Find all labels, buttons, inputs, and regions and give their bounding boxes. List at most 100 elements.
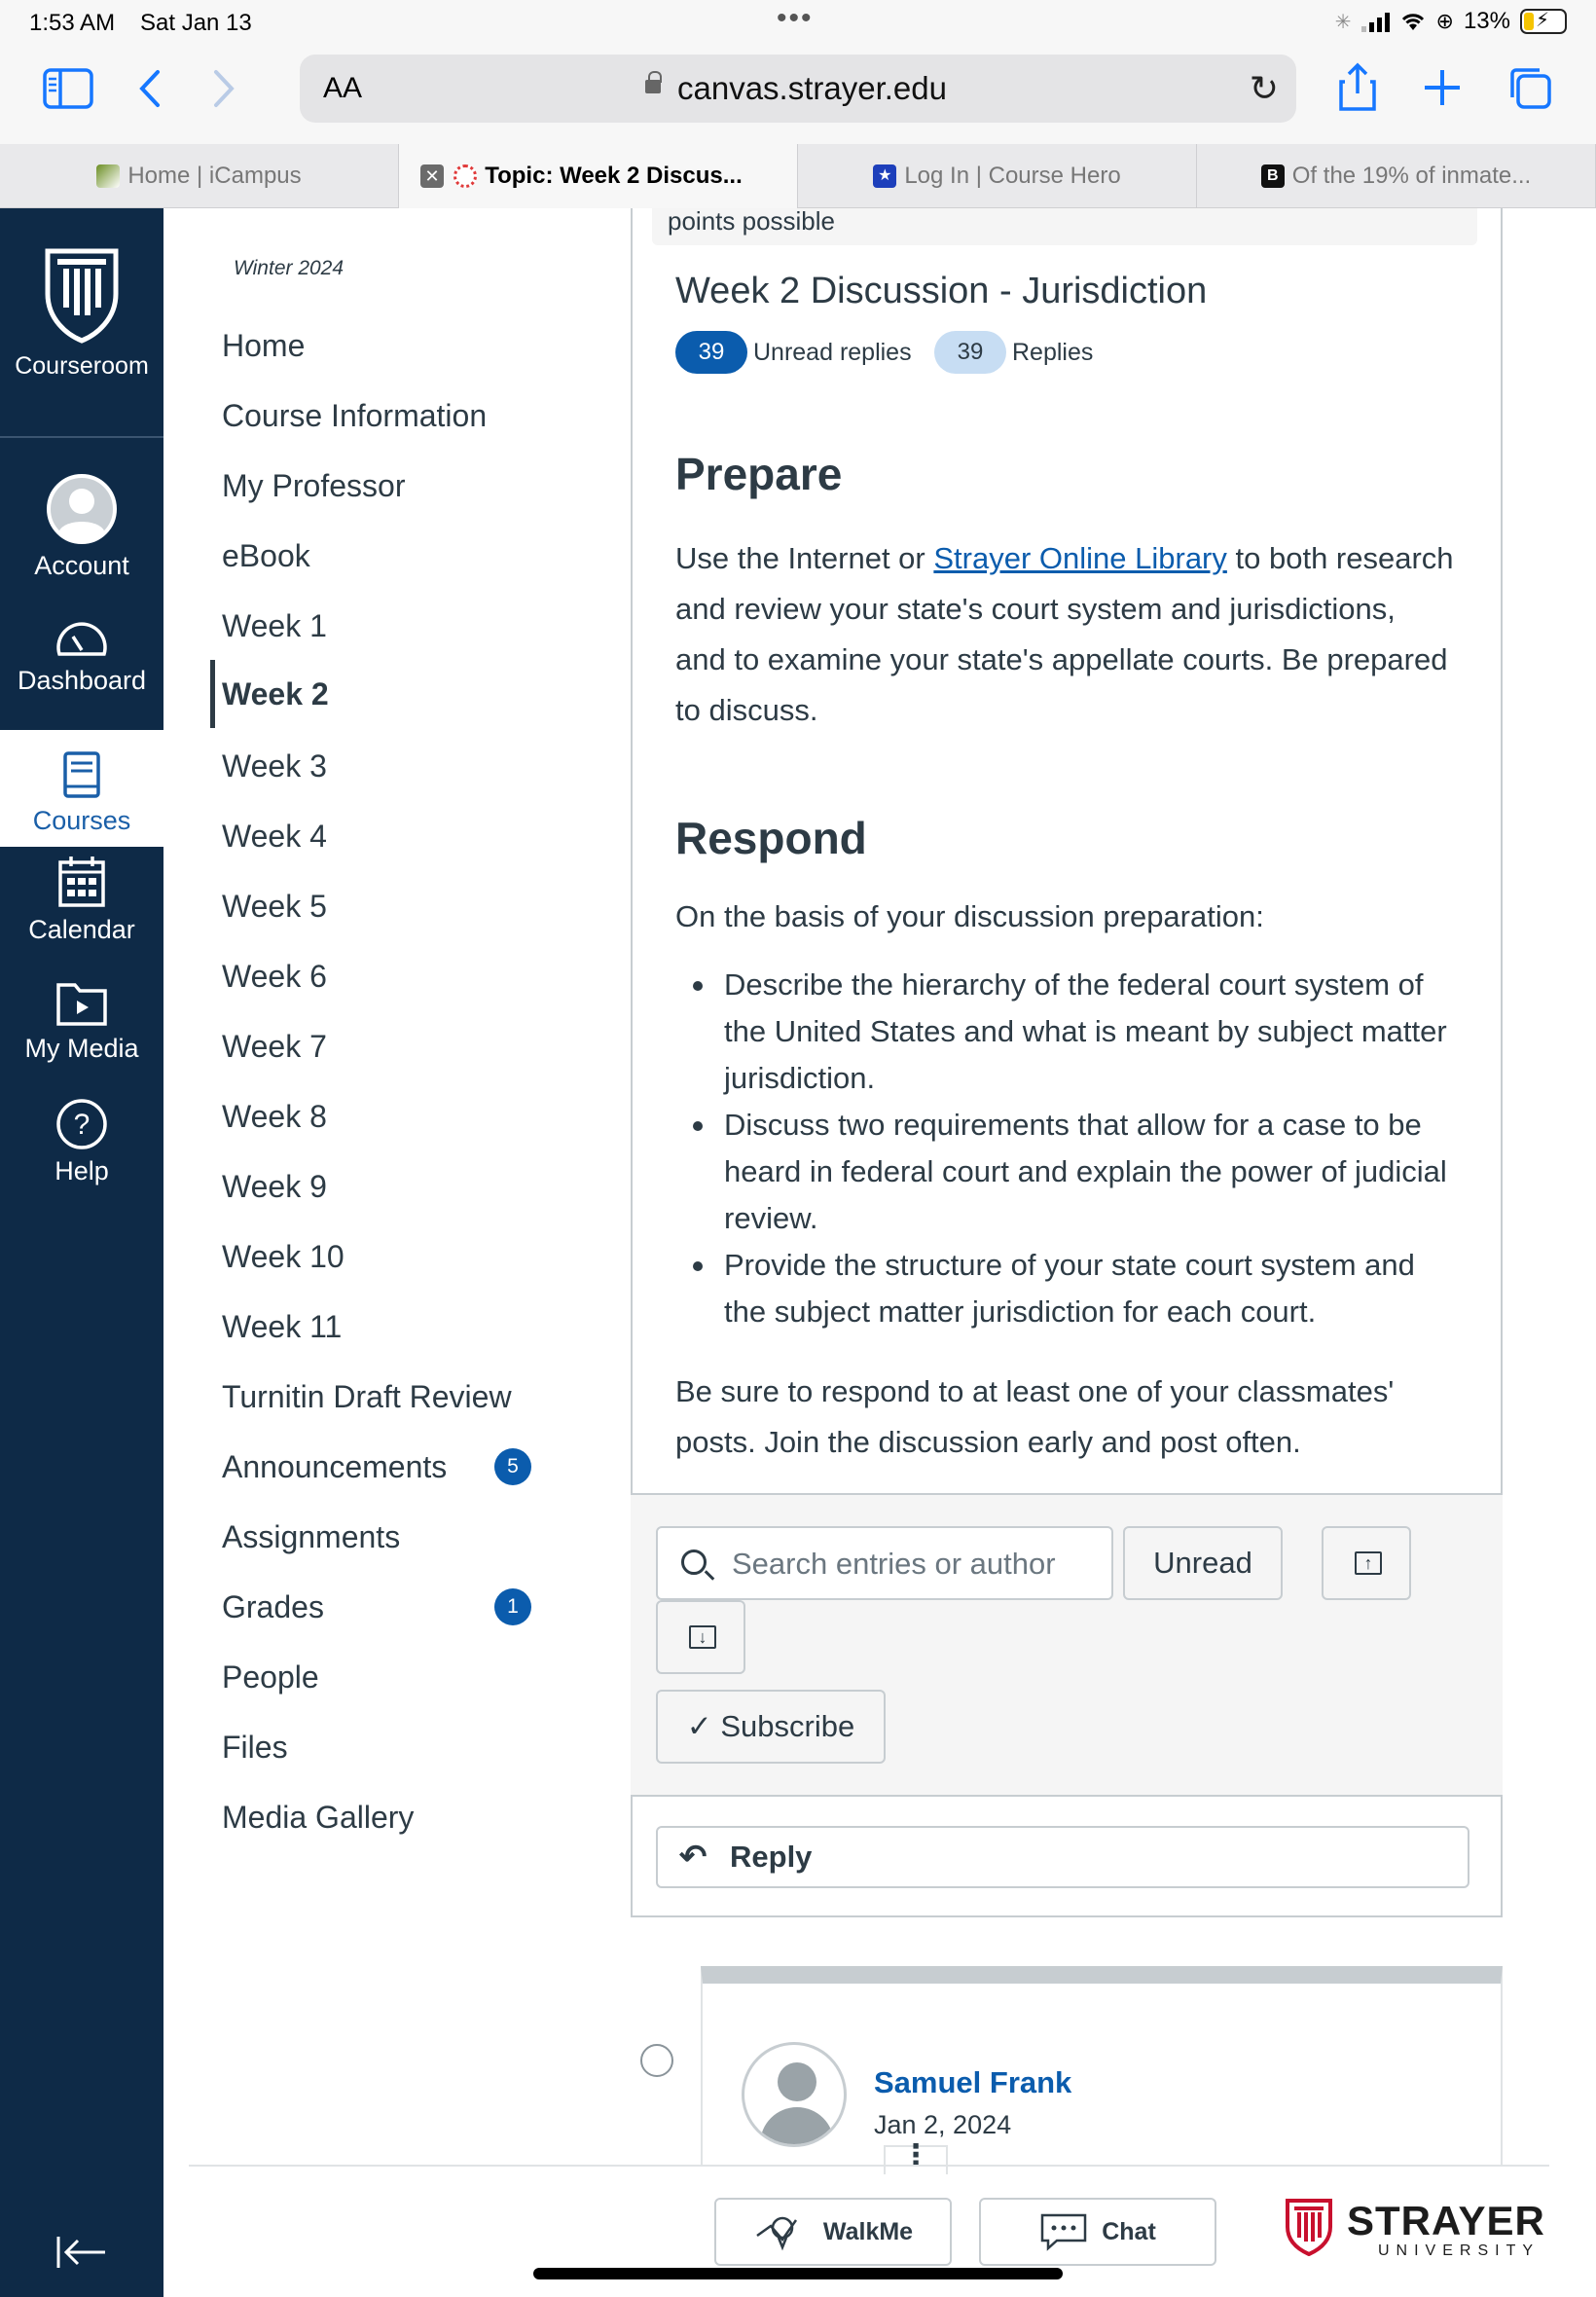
share-icon[interactable] xyxy=(1337,62,1378,113)
chat-button[interactable]: Chat xyxy=(979,2198,1216,2266)
global-nav-account[interactable]: Account xyxy=(0,473,163,581)
battery-charging-icon xyxy=(1520,8,1567,34)
home-indicator[interactable] xyxy=(533,2268,1063,2279)
new-tab-plus-icon[interactable] xyxy=(1423,68,1462,107)
course-nav-week-4[interactable]: Week 4 xyxy=(222,812,327,860)
prepare-text-start: Use the Internet or xyxy=(675,541,934,575)
lock-icon xyxy=(645,71,662,93)
global-nav-calendar[interactable]: Calendar xyxy=(0,855,163,945)
global-nav-dashboard[interactable]: Dashboard xyxy=(0,615,163,696)
cellular-signal-icon xyxy=(1360,11,1390,32)
expand-all-button[interactable]: ↑ xyxy=(1322,1526,1411,1600)
text-size-button[interactable]: AA xyxy=(323,72,362,105)
global-navigation: Courseroom Account Dashboard Courses Cal… xyxy=(0,208,163,2297)
sort-order-button[interactable]: ↓ xyxy=(656,1600,745,1674)
discussion-entry: Samuel Frank Jan 2, 2024 ⋮ xyxy=(701,1966,1503,2174)
subscribe-button[interactable]: ✓ Subscribe xyxy=(656,1690,886,1764)
courseroom-home-link[interactable]: Courseroom xyxy=(0,245,163,381)
search-input[interactable] xyxy=(732,1542,1102,1586)
courseroom-label: Courseroom xyxy=(15,352,149,380)
post-options-kebab-icon[interactable]: ⋮ xyxy=(884,2141,948,2174)
course-nav-turnitin-draft-review[interactable]: Turnitin Draft Review xyxy=(222,1372,512,1421)
course-nav-course-information[interactable]: Course Information xyxy=(222,391,487,440)
course-nav-week-11[interactable]: Week 11 xyxy=(222,1302,342,1351)
course-nav-people[interactable]: People xyxy=(222,1653,319,1701)
walkme-button[interactable]: WalkMe xyxy=(714,2198,952,2266)
sort-arrow-down-icon: ↓ xyxy=(689,1625,716,1649)
forward-chevron-icon[interactable] xyxy=(212,68,236,109)
footer-divider xyxy=(189,2165,1549,2167)
mark-read-radio[interactable] xyxy=(640,2044,673,2077)
course-nav-my-professor[interactable]: My Professor xyxy=(222,461,405,510)
post-date: Jan 2, 2024 xyxy=(874,2110,1012,2139)
closing-instructions: Be sure to respond to at least one of yo… xyxy=(675,1374,1395,1459)
close-tab-icon[interactable]: ✕ xyxy=(420,164,444,188)
course-nav-week-1[interactable]: Week 1 xyxy=(222,602,327,650)
course-navigation: Winter 2024 Home Course Information My P… xyxy=(163,208,631,2165)
wifi-icon xyxy=(1401,14,1424,30)
course-nav-home[interactable]: Home xyxy=(222,321,305,370)
course-nav-assignments[interactable]: Assignments xyxy=(222,1513,400,1561)
course-nav-week-6[interactable]: Week 6 xyxy=(222,952,327,1001)
search-field[interactable] xyxy=(656,1526,1113,1600)
course-nav-week-8[interactable]: Week 8 xyxy=(222,1092,327,1141)
checkmark-icon: ✓ xyxy=(686,1709,712,1743)
course-nav-week-5[interactable]: Week 5 xyxy=(222,882,327,930)
dashboard-gauge-icon xyxy=(56,622,107,656)
course-nav-week-3[interactable]: Week 3 xyxy=(222,742,327,790)
tab-course-hero[interactable]: ★ Log In | Course Hero xyxy=(798,144,1197,208)
activity-spinner-icon: ✳ xyxy=(1334,11,1352,33)
tab-label: Of the 19% of inmate... xyxy=(1291,163,1532,189)
course-nav-week-2[interactable]: Week 2 xyxy=(210,660,329,728)
search-icon xyxy=(681,1550,707,1575)
points-possible: points possible xyxy=(652,208,1477,245)
course-nav-week-7[interactable]: Week 7 xyxy=(222,1022,327,1071)
course-nav-week-10[interactable]: Week 10 xyxy=(222,1232,345,1281)
logo-wordmark: STRAYER xyxy=(1347,2198,1545,2243)
course-nav-grades[interactable]: Grades xyxy=(222,1583,324,1631)
course-nav-week-9[interactable]: Week 9 xyxy=(222,1162,327,1211)
announcements-count-badge: 5 xyxy=(494,1448,531,1485)
back-chevron-icon[interactable] xyxy=(138,68,162,109)
collapse-arrow-icon[interactable] xyxy=(54,2235,109,2270)
avatar-body-icon xyxy=(760,2107,834,2144)
canvas-favicon xyxy=(453,164,478,188)
status-time: 1:53 AM xyxy=(29,10,116,36)
tab-week2-discussion[interactable]: ✕ Topic: Week 2 Discus... xyxy=(399,144,798,208)
multitasking-dots-icon[interactable]: ••• xyxy=(777,2,814,35)
grades-count-badge: 1 xyxy=(494,1588,531,1625)
reply-button[interactable]: ↶ Reply xyxy=(656,1826,1469,1888)
course-nav-ebook[interactable]: eBook xyxy=(222,531,310,580)
dashboard-label: Dashboard xyxy=(17,666,147,695)
unread-filter-button[interactable]: Unread xyxy=(1123,1526,1283,1600)
status-indicators: ✳ ⊕ 13% xyxy=(1335,8,1567,35)
reply-label: Reply xyxy=(730,1840,813,1874)
address-bar[interactable]: AA canvas.strayer.edu ↻ xyxy=(300,55,1296,123)
logo-subtitle: UNIVERSITY xyxy=(1378,2242,1541,2259)
replies-count-pill: 39 xyxy=(934,331,1006,374)
browser-tab-bar: Home | iCampus ✕ Topic: Week 2 Discus...… xyxy=(0,144,1596,208)
tabs-overview-icon[interactable] xyxy=(1506,64,1553,111)
global-nav-my-media[interactable]: My Media xyxy=(0,977,163,1064)
global-nav-courses[interactable]: Courses xyxy=(0,730,163,847)
list-item: Discuss two requirements that allow for … xyxy=(675,1102,1454,1242)
svg-text:?: ? xyxy=(74,1109,91,1141)
course-nav-files[interactable]: Files xyxy=(222,1723,288,1771)
strayer-logo-shield-icon xyxy=(1286,2199,1332,2256)
tab-inmate-article[interactable]: B Of the 19% of inmate... xyxy=(1197,144,1596,208)
icampus-favicon xyxy=(96,164,121,188)
global-nav-help[interactable]: ? Help xyxy=(0,1098,163,1186)
reply-arrow-icon: ↶ xyxy=(679,1839,707,1876)
tab-home-icampus[interactable]: Home | iCampus xyxy=(0,144,399,208)
reload-icon[interactable]: ↻ xyxy=(1250,68,1279,109)
course-nav-media-gallery[interactable]: Media Gallery xyxy=(222,1793,414,1841)
unread-replies-label: Unread replies xyxy=(753,339,912,366)
avatar[interactable] xyxy=(742,2042,847,2147)
strayer-online-library-link[interactable]: Strayer Online Library xyxy=(933,541,1227,575)
course-nav-announcements[interactable]: Announcements xyxy=(222,1442,447,1491)
sidebar-toggle-icon[interactable] xyxy=(43,68,93,109)
url-text[interactable]: canvas.strayer.edu xyxy=(677,70,947,107)
courses-label: Courses xyxy=(32,806,131,835)
discussion-toolbar: Unread ↑ ↓ ✓ Subscribe xyxy=(631,1493,1503,1797)
post-author-link[interactable]: Samuel Frank xyxy=(874,2065,1071,2100)
